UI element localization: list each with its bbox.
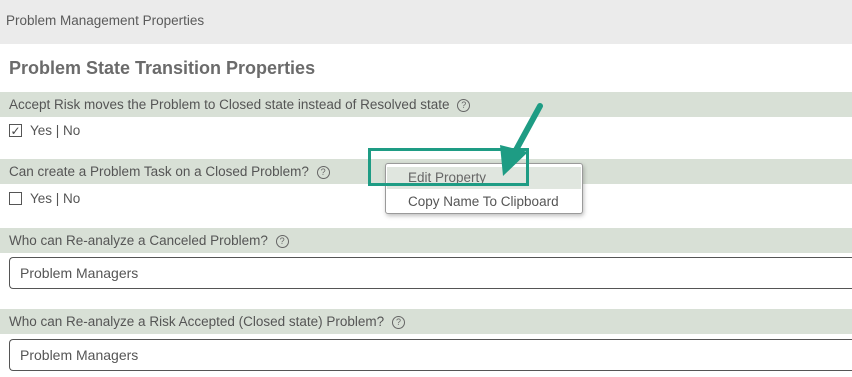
annotation-arrow-icon: [500, 103, 543, 176]
